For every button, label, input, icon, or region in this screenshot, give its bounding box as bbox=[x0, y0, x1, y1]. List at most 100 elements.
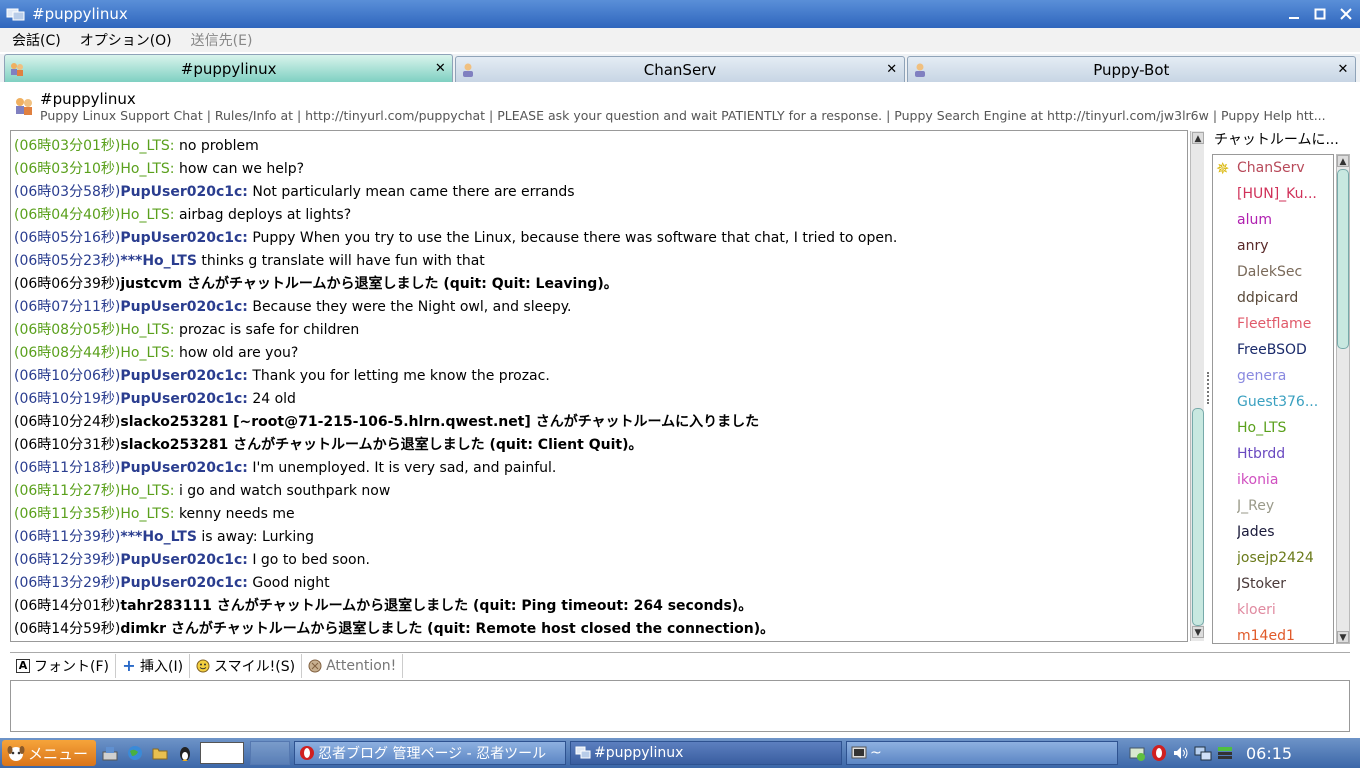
user-icon bbox=[460, 62, 476, 78]
user-list-item[interactable]: J_Rey bbox=[1213, 493, 1333, 519]
task-terminal[interactable]: ~ bbox=[846, 741, 1118, 765]
message-timestamp: (06時08分05秒) bbox=[14, 322, 121, 338]
user-list[interactable]: ✵ ChanServ [HUN]_Ku... alum anry DalekSec ddpi… bbox=[1212, 154, 1334, 644]
start-menu-button[interactable]: メニュー bbox=[2, 740, 96, 766]
message-timestamp: (06時08分44秒) bbox=[14, 345, 121, 361]
tab-puppylinux[interactable]: #puppylinux ✕ bbox=[4, 54, 454, 82]
scroll-down-icon[interactable]: ▼ bbox=[1337, 631, 1349, 643]
insert-button[interactable]: + 挿入(I) bbox=[116, 653, 191, 678]
tab-close-icon[interactable]: ✕ bbox=[884, 62, 900, 77]
chat-message: (06時11分39秒)***Ho_LTS is away: Lurking bbox=[14, 526, 314, 549]
chat-scrollbar[interactable]: ▲ ▼ bbox=[1190, 131, 1204, 641]
user-list-item[interactable]: m14ed1 bbox=[1213, 623, 1333, 643]
scroll-thumb[interactable] bbox=[1192, 408, 1204, 626]
scroll-up-icon[interactable]: ▲ bbox=[1192, 132, 1204, 144]
user-list-item[interactable]: JStoker bbox=[1213, 571, 1333, 597]
channel-name: #puppylinux bbox=[40, 90, 136, 108]
tab-close-icon[interactable]: ✕ bbox=[1335, 62, 1351, 77]
message-nick[interactable]: Ho_LTS: bbox=[120, 161, 174, 177]
task-ninja-blog[interactable]: 忍者ブログ 管理ページ - 忍者ツール bbox=[294, 741, 566, 765]
user-list-item[interactable]: ikonia bbox=[1213, 467, 1333, 493]
message-nick[interactable]: PupUser020c1c: bbox=[120, 391, 248, 407]
message-nick[interactable]: Ho_LTS: bbox=[120, 506, 174, 522]
menu-send-to[interactable]: 送信先(E) bbox=[179, 30, 260, 50]
message-nick[interactable]: Ho_LTS: bbox=[120, 345, 174, 361]
task-puppylinux[interactable]: #puppylinux bbox=[570, 741, 842, 765]
operator-star-icon: ✵ bbox=[1216, 159, 1230, 178]
message-nick[interactable]: Ho_LTS: bbox=[120, 322, 174, 338]
message-nick[interactable]: Ho_LTS: bbox=[120, 483, 174, 499]
user-list-header: チャットルームに... bbox=[1214, 132, 1339, 148]
user-list-item[interactable]: Jades bbox=[1213, 519, 1333, 545]
user-list-item[interactable]: DalekSec bbox=[1213, 259, 1333, 285]
tab-chanserv[interactable]: ChanServ ✕ bbox=[455, 56, 905, 82]
message-input[interactable] bbox=[10, 680, 1350, 732]
folder-icon[interactable] bbox=[149, 742, 171, 764]
battery-icon[interactable] bbox=[1214, 742, 1236, 764]
network-connection-icon[interactable] bbox=[1192, 742, 1214, 764]
message-nick[interactable]: dimkr bbox=[120, 621, 166, 637]
chat-message: (06時04分40秒)Ho_LTS: airbag deploys at lig… bbox=[14, 204, 351, 227]
tab-close-icon[interactable]: ✕ bbox=[432, 61, 448, 76]
font-button[interactable]: A フォント(F) bbox=[10, 653, 116, 678]
chat-message: (06時03分58秒)PupUser020c1c: Not particular… bbox=[14, 181, 575, 204]
message-nick[interactable]: justcvm bbox=[120, 276, 182, 292]
message-nick[interactable]: PupUser020c1c: bbox=[120, 552, 248, 568]
scroll-up-icon[interactable]: ▲ bbox=[1337, 155, 1349, 167]
message-nick[interactable]: ***Ho_LTS bbox=[120, 253, 197, 269]
conversation-tabs: #puppylinux ✕ ChanServ ✕ Puppy-Bot ✕ bbox=[0, 54, 1360, 82]
message-nick[interactable]: Ho_LTS: bbox=[120, 138, 174, 154]
user-list-item[interactable]: Guest376... bbox=[1213, 389, 1333, 415]
message-nick[interactable]: tahr283111 bbox=[120, 598, 211, 614]
user-list-item[interactable]: genera bbox=[1213, 363, 1333, 389]
network-status-icon[interactable] bbox=[1126, 742, 1148, 764]
installer-icon[interactable] bbox=[99, 742, 121, 764]
chat-message: (06時11分35秒)Ho_LTS: kenny needs me bbox=[14, 503, 295, 526]
browser-globe-icon[interactable] bbox=[124, 742, 146, 764]
message-text: airbag deploys at lights? bbox=[174, 207, 352, 223]
desktop-pager[interactable] bbox=[200, 742, 244, 764]
scroll-thumb[interactable] bbox=[1337, 169, 1349, 349]
chat-log[interactable]: (06時03分01秒)Ho_LTS: no problem (06時03分10秒)… bbox=[10, 130, 1188, 642]
user-list-item[interactable]: Ho_LTS bbox=[1213, 415, 1333, 441]
message-text: さんがチャットルームから退室しました (quit: Ping timeout: … bbox=[211, 598, 753, 614]
message-nick[interactable]: PupUser020c1c: bbox=[120, 230, 248, 246]
message-nick[interactable]: PupUser020c1c: bbox=[120, 299, 248, 315]
user-list-item[interactable]: anry bbox=[1213, 233, 1333, 259]
scroll-down-icon[interactable]: ▼ bbox=[1192, 626, 1204, 638]
message-nick[interactable]: slacko253281 bbox=[120, 437, 228, 453]
user-list-item[interactable]: josejp2424 bbox=[1213, 545, 1333, 571]
user-list-item[interactable]: alum bbox=[1213, 207, 1333, 233]
user-list-item[interactable]: kloeri bbox=[1213, 597, 1333, 623]
message-nick[interactable]: PupUser020c1c: bbox=[120, 575, 248, 591]
pane-resize-handle[interactable] bbox=[1207, 372, 1211, 404]
user-name: Fleetflame bbox=[1237, 316, 1312, 332]
user-list-scrollbar[interactable]: ▲ ▼ bbox=[1336, 154, 1350, 644]
message-nick[interactable]: Ho_LTS: bbox=[120, 207, 174, 223]
message-nick[interactable]: PupUser020c1c: bbox=[120, 184, 248, 200]
user-list-item[interactable]: FreeBSOD bbox=[1213, 337, 1333, 363]
user-list-item[interactable]: ddpicard bbox=[1213, 285, 1333, 311]
message-nick[interactable]: slacko253281 bbox=[120, 414, 228, 430]
volume-icon[interactable] bbox=[1170, 742, 1192, 764]
message-nick[interactable]: PupUser020c1c: bbox=[120, 368, 248, 384]
minimize-button[interactable] bbox=[1282, 2, 1306, 26]
tux-icon[interactable] bbox=[174, 742, 196, 764]
user-list-item[interactable]: Fleetflame bbox=[1213, 311, 1333, 337]
chat-message: (06時12分39秒)PupUser020c1c: I go to bed so… bbox=[14, 549, 370, 572]
opera-tray-icon[interactable] bbox=[1148, 742, 1170, 764]
tab-puppy-bot[interactable]: Puppy-Bot ✕ bbox=[906, 56, 1356, 82]
smiley-button[interactable]: スマイル!(S) bbox=[190, 653, 303, 678]
font-icon: A bbox=[16, 658, 30, 673]
user-list-item[interactable]: ✵ ChanServ bbox=[1213, 155, 1333, 181]
smiley-icon bbox=[196, 659, 210, 673]
close-button[interactable] bbox=[1334, 2, 1358, 26]
menu-options[interactable]: オプション(O) bbox=[68, 30, 179, 50]
message-nick[interactable]: PupUser020c1c: bbox=[120, 460, 248, 476]
menu-conversation[interactable]: 会話(C) bbox=[0, 30, 68, 50]
maximize-button[interactable] bbox=[1308, 2, 1332, 26]
message-nick[interactable]: ***Ho_LTS bbox=[120, 529, 197, 545]
attention-button[interactable]: Attention! bbox=[302, 653, 404, 678]
user-list-item[interactable]: [HUN]_Ku... bbox=[1213, 181, 1333, 207]
user-list-item[interactable]: Htbrdd bbox=[1213, 441, 1333, 467]
